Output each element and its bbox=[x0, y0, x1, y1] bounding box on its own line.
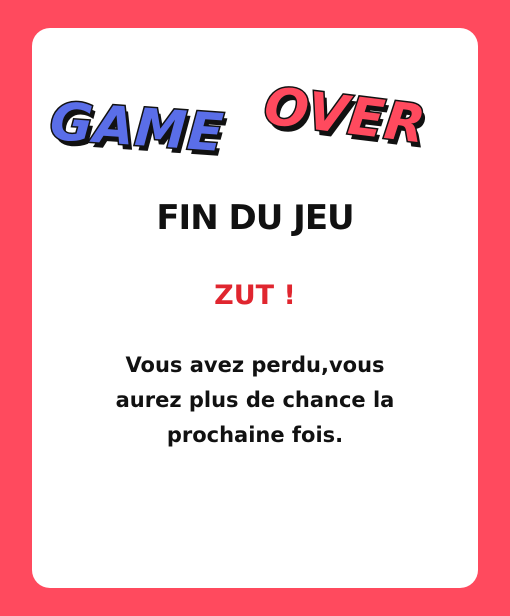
loss-message: Vous avez perdu,vous aurez plus de chanc… bbox=[115, 353, 395, 447]
logo-word-game: GAME bbox=[47, 90, 228, 165]
game-over-card: GAME OVER FIN DU JEU ZUT ! Vous avez per… bbox=[32, 28, 478, 588]
game-over-logo: GAME OVER bbox=[47, 75, 450, 183]
logo-word-over: OVER bbox=[259, 75, 430, 157]
exclamation-text: ZUT ! bbox=[214, 280, 296, 311]
page-title: FIN DU JEU bbox=[156, 198, 354, 238]
